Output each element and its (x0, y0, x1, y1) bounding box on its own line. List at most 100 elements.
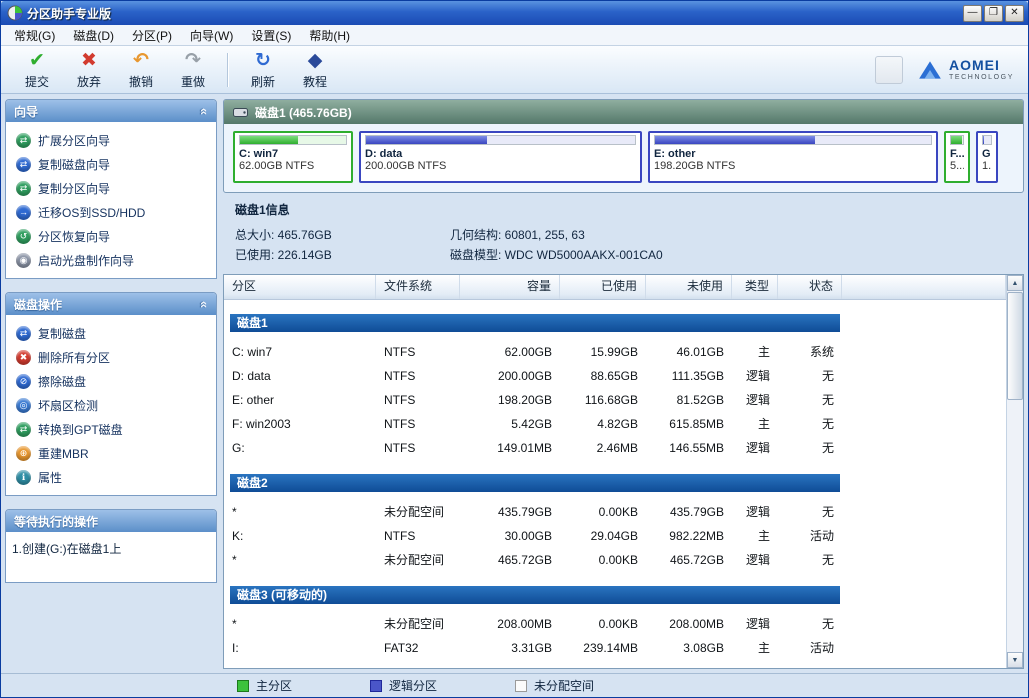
wizard-item-2[interactable]: ⇄复制分区向导 (10, 176, 212, 200)
partition-size-label: 62.00GB NTFS (239, 160, 347, 172)
menu-item-2[interactable]: 分区(P) (123, 25, 181, 46)
column-header-2[interactable]: 容量 (460, 275, 560, 299)
disk-op-item-6[interactable]: ℹ属性 (10, 465, 212, 489)
wizard-item-1[interactable]: ⇄复制磁盘向导 (10, 152, 212, 176)
disk-operations-panel: 磁盘操作 « ⇄复制磁盘✖删除所有分区⊘擦除磁盘◎坏扇区检测⇄转换到GPT磁盘⊕… (5, 292, 217, 496)
table-cell: 逻辑 (732, 500, 778, 524)
scrollbar-thumb[interactable] (1007, 292, 1023, 400)
minimize-button[interactable]: — (963, 5, 982, 22)
toolbar-buttons: ✔提交✖放弃↶撤销↷重做 ↻刷新◆教程 (11, 49, 341, 91)
discard-button[interactable]: ✖放弃 (63, 49, 115, 91)
disk-group-row[interactable]: 磁盘2 (230, 474, 1006, 492)
disk-op-item-3[interactable]: ◎坏扇区检测 (10, 393, 212, 417)
partition-label: C: win7 (239, 148, 347, 160)
table-cell: FAT32 (376, 636, 460, 660)
table-row[interactable]: *未分配空间465.72GB0.00KB465.72GB逻辑无 (224, 548, 1006, 572)
bad-sector-test-icon: ◎ (16, 398, 31, 413)
wizard-item-3[interactable]: →迁移OS到SSD/HDD (10, 200, 212, 224)
partition-block-4[interactable]: G1... (976, 131, 998, 183)
table-row[interactable]: I:FAT323.31GB239.14MB3.08GB主活动 (224, 636, 1006, 660)
disk-op-item-0[interactable]: ⇄复制磁盘 (10, 321, 212, 345)
partition-block-2[interactable]: E: other198.20GB NTFS (648, 131, 938, 183)
table-row[interactable]: F: win2003NTFS5.42GB4.82GB615.85MB主无 (224, 412, 1006, 436)
wizard-item-5[interactable]: ◉启动光盘制作向导 (10, 248, 212, 272)
table-cell: 200.00GB (460, 364, 560, 388)
wizard-panel-header[interactable]: 向导 « (6, 100, 216, 122)
square-placeholder-icon (875, 56, 903, 84)
wizard-item-4[interactable]: ↺分区恢复向导 (10, 224, 212, 248)
disk-group-row[interactable]: 磁盘1 (230, 314, 1006, 332)
wizard-item-0[interactable]: ⇄扩展分区向导 (10, 128, 212, 152)
disk-banner-label: 磁盘1 (465.76GB) (255, 104, 352, 121)
vertical-scrollbar[interactable]: ▲ ▼ (1006, 275, 1023, 668)
wizard-list: ⇄扩展分区向导⇄复制磁盘向导⇄复制分区向导→迁移OS到SSD/HDD↺分区恢复向… (6, 122, 216, 278)
table-cell: NTFS (376, 340, 460, 364)
undo-button[interactable]: ↶撤销 (115, 49, 167, 91)
refresh-icon: ↻ (255, 50, 271, 72)
disk-op-item-1[interactable]: ✖删除所有分区 (10, 345, 212, 369)
menu-item-4[interactable]: 设置(S) (242, 25, 300, 46)
collapse-chevron-icon[interactable]: « (197, 107, 212, 114)
column-header-4[interactable]: 未使用 (646, 275, 732, 299)
column-header-1[interactable]: 文件系统 (376, 275, 460, 299)
table-cell: 未分配空间 (376, 500, 460, 524)
tutorial-button[interactable]: ◆教程 (289, 49, 341, 91)
table-row[interactable]: D: dataNTFS200.00GB88.65GB111.35GB逻辑无 (224, 364, 1006, 388)
refresh-button[interactable]: ↻刷新 (237, 49, 289, 91)
commit-button[interactable]: ✔提交 (11, 49, 63, 91)
table-row[interactable]: G:NTFS149.01MB2.46MB146.55MB逻辑无 (224, 436, 1006, 460)
maximize-button[interactable]: ❐ (984, 5, 1003, 22)
column-header-3[interactable]: 已使用 (560, 275, 646, 299)
pending-operations-list: 1.创建(G:)在磁盘1上 (6, 532, 216, 582)
redo-button[interactable]: ↷重做 (167, 49, 219, 91)
menu-item-5[interactable]: 帮助(H) (300, 25, 359, 46)
table-row[interactable]: K:NTFS30.00GB29.04GB982.22MB主活动 (224, 524, 1006, 548)
pending-operations-panel-header[interactable]: 等待执行的操作 (6, 510, 216, 532)
menu-item-1[interactable]: 磁盘(D) (64, 25, 123, 46)
wizard-item-label: 复制磁盘向导 (38, 156, 110, 173)
disk-op-item-5[interactable]: ⊕重建MBR (10, 441, 212, 465)
collapse-chevron-icon[interactable]: « (197, 300, 212, 307)
table-cell: F: win2003 (224, 412, 376, 436)
wizard-item-label: 扩展分区向导 (38, 132, 110, 149)
disk-group-row[interactable]: 磁盘3 (可移动的) (230, 586, 1006, 604)
legend-item-1: 逻辑分区 (370, 677, 437, 694)
table-row[interactable]: E: otherNTFS198.20GB116.68GB81.52GB逻辑无 (224, 388, 1006, 412)
menu-item-3[interactable]: 向导(W) (181, 25, 242, 46)
table-row[interactable]: C: win7NTFS62.00GB15.99GB46.01GB主系统 (224, 340, 1006, 364)
table-cell: 主 (732, 524, 778, 548)
redo-label: 重做 (181, 73, 205, 90)
table-cell: 4.82GB (560, 412, 646, 436)
aomei-mountain-icon (917, 59, 943, 81)
menu-item-0[interactable]: 常规(G) (5, 25, 64, 46)
close-button[interactable]: ✕ (1005, 5, 1024, 22)
legend-swatch (515, 680, 527, 692)
disk-operations-panel-header[interactable]: 磁盘操作 « (6, 293, 216, 315)
disk-info-title: 磁盘1信息 (235, 201, 1020, 218)
table-cell: 46.01GB (646, 340, 732, 364)
table-row[interactable]: *未分配空间435.79GB0.00KB435.79GB逻辑无 (224, 500, 1006, 524)
column-header-0[interactable]: 分区 (224, 275, 376, 299)
partition-size-label: 1... (982, 160, 992, 172)
scroll-down-button[interactable]: ▼ (1007, 652, 1023, 668)
column-header-6[interactable]: 状态 (778, 275, 842, 299)
scroll-up-button[interactable]: ▲ (1007, 275, 1023, 291)
disk-op-item-4[interactable]: ⇄转换到GPT磁盘 (10, 417, 212, 441)
disk-op-item-2[interactable]: ⊘擦除磁盘 (10, 369, 212, 393)
column-header-5[interactable]: 类型 (732, 275, 778, 299)
disk-info-section: 磁盘1信息 总大小: 465.76GB 已使用: 226.14GB 几何结构: … (223, 193, 1024, 270)
disk-group-header: 磁盘1 (230, 314, 840, 332)
partition-block-3[interactable]: F...5... (944, 131, 970, 183)
disk-model: 磁盘模型: WDC WD5000AAKX-001CA0 (450, 246, 663, 266)
table-cell: 81.52GB (646, 388, 732, 412)
table-cell: 5.42GB (460, 412, 560, 436)
table-cell-filler (842, 500, 1006, 524)
partition-block-0[interactable]: C: win762.00GB NTFS (233, 131, 353, 183)
table-cell: I: (224, 636, 376, 660)
table-cell: 主 (732, 340, 778, 364)
table-cell: 29.04GB (560, 524, 646, 548)
table-cell: 逻辑 (732, 612, 778, 636)
title-bar: 分区助手专业版 —❐✕ (1, 1, 1028, 25)
table-row[interactable]: *未分配空间208.00MB0.00KB208.00MB逻辑无 (224, 612, 1006, 636)
partition-block-1[interactable]: D: data200.00GB NTFS (359, 131, 642, 183)
